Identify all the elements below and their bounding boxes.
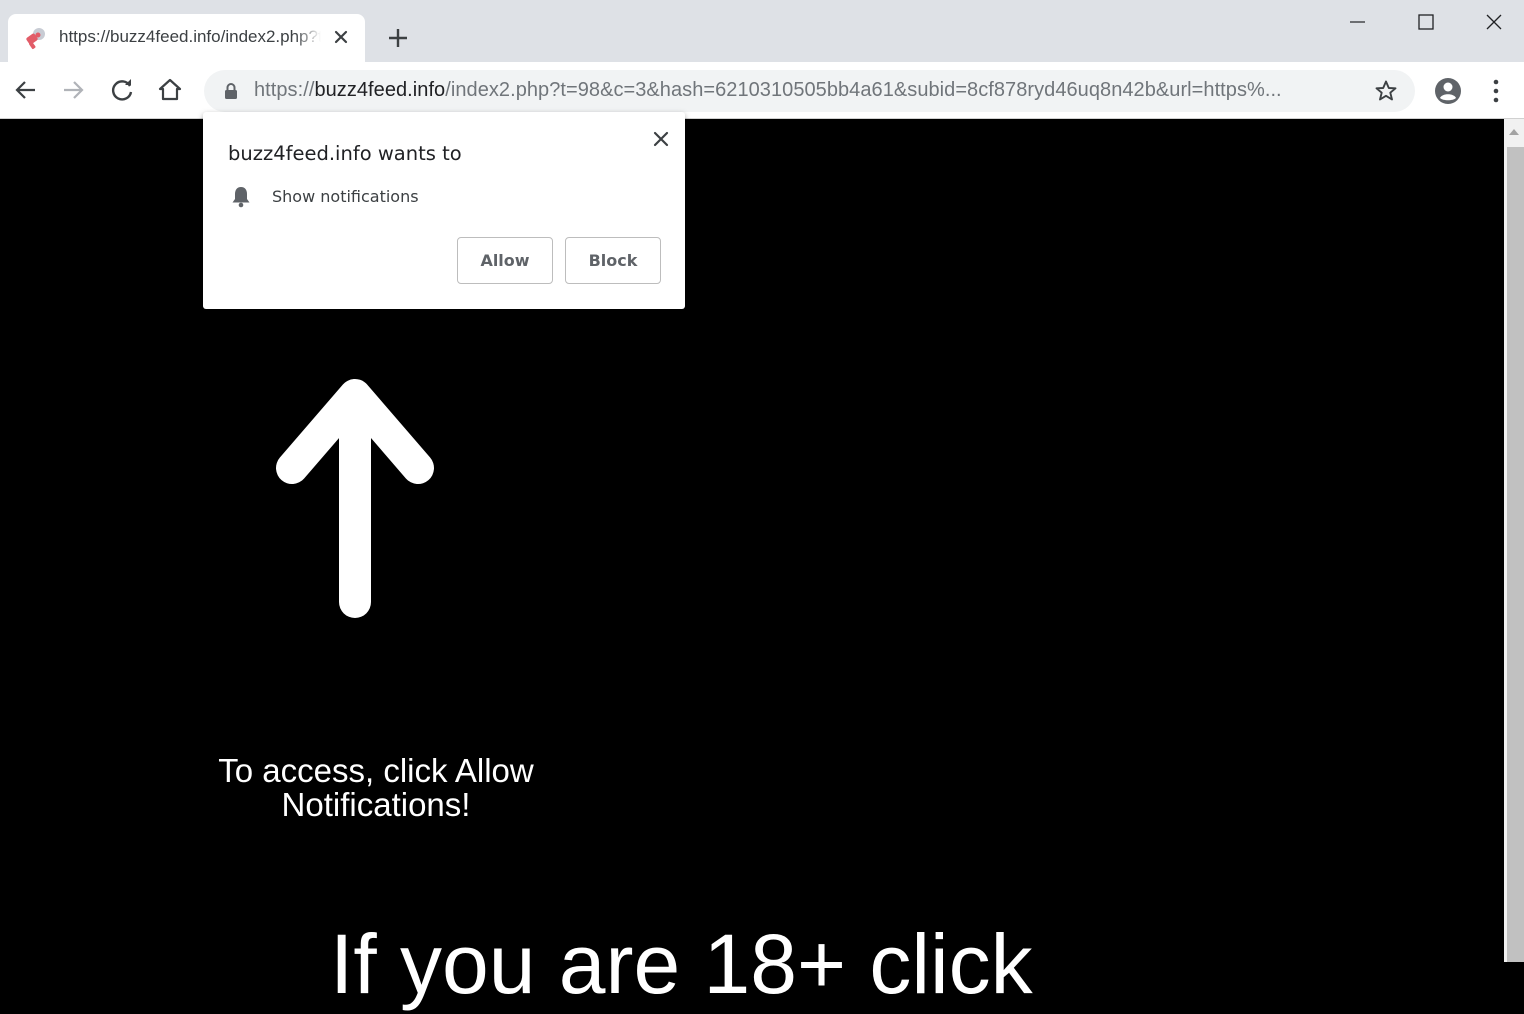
- arrow-up-icon: [276, 379, 434, 618]
- arrow-left-icon[interactable]: [10, 74, 42, 106]
- url-host: buzz4feed.info: [314, 79, 446, 101]
- vertical-scrollbar[interactable]: [1504, 119, 1524, 962]
- url-scheme: https://: [254, 79, 315, 101]
- allow-button[interactable]: Allow: [457, 237, 553, 284]
- browser-titlebar: https://buzz4feed.info/index2.php?t=98&c…: [0, 0, 1524, 62]
- tab-title: https://buzz4feed.info/index2.php?t=98&c…: [59, 27, 321, 46]
- close-icon[interactable]: [650, 128, 672, 150]
- megaphone-favicon-icon: [26, 28, 45, 50]
- browser-toolbar: https://buzz4feed.info/index2.php?t=98&c…: [0, 62, 1524, 119]
- window-close-icon[interactable]: [1460, 0, 1524, 44]
- notification-permission-prompt: buzz4feed.info wants to Show notificatio…: [203, 112, 685, 309]
- maximize-icon[interactable]: [1392, 0, 1460, 44]
- lock-icon[interactable]: [222, 82, 240, 100]
- scroll-up-arrow-icon[interactable]: [1504, 119, 1524, 143]
- address-bar[interactable]: https://buzz4feed.info/index2.php?t=98&c…: [204, 70, 1415, 112]
- browser-tab[interactable]: https://buzz4feed.info/index2.php?t=98&c…: [8, 14, 365, 62]
- permission-label: Show notifications: [272, 187, 419, 206]
- prompt-title: buzz4feed.info wants to: [228, 142, 462, 165]
- close-tab-icon[interactable]: [330, 26, 352, 48]
- instruction-line-2: Notifications!: [281, 786, 471, 823]
- instruction-line-1: To access, click Allow: [218, 752, 534, 789]
- new-tab-icon[interactable]: [384, 24, 412, 52]
- account-circle-icon[interactable]: [1432, 75, 1464, 107]
- access-instruction: To access, click Allow Notifications!: [186, 754, 566, 822]
- url-path: /index2.php?t=98&c=3&hash=6210310505bb4a…: [445, 79, 1282, 101]
- home-icon[interactable]: [154, 74, 186, 106]
- url-text[interactable]: https://buzz4feed.info/index2.php?t=98&c…: [254, 79, 1354, 102]
- block-button[interactable]: Block: [565, 237, 661, 284]
- age-headline: If you are 18+ click: [330, 917, 1033, 1011]
- more-vert-icon[interactable]: [1482, 75, 1510, 107]
- arrow-right-icon[interactable]: [57, 74, 89, 106]
- minimize-icon[interactable]: [1324, 0, 1392, 44]
- scrollbar-thumb[interactable]: [1507, 147, 1524, 962]
- star-icon[interactable]: [1374, 79, 1398, 103]
- reload-icon[interactable]: [106, 74, 138, 106]
- bell-icon: [232, 187, 250, 208]
